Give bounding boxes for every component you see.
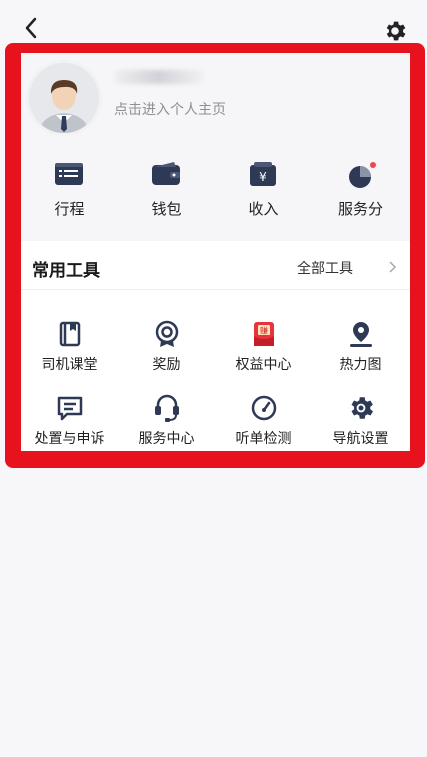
tools-header: 常用工具 全部工具 [21, 244, 410, 290]
tool-reward[interactable]: 奖励 [118, 319, 215, 383]
quick-label: 钱包 [151, 200, 182, 218]
quick-label: 收入 [248, 200, 279, 218]
tool-service-center[interactable]: 服务中心 [118, 393, 215, 451]
location-pin-icon [350, 322, 372, 347]
gauge-icon [251, 395, 277, 421]
back-button[interactable] [20, 16, 44, 40]
profile-card[interactable]: 点击进入个人主页 [21, 53, 410, 153]
chevron-left-icon [25, 17, 37, 39]
settings-button[interactable] [382, 18, 408, 44]
user-avatar-icon [29, 63, 99, 133]
book-icon [59, 321, 81, 347]
tool-label: 服务中心 [138, 431, 195, 447]
quick-wallet[interactable]: 钱包 [118, 153, 215, 241]
wallet-icon [152, 162, 180, 185]
tool-benefits-center[interactable]: 赚 权益中心 [215, 319, 312, 383]
avatar[interactable] [29, 63, 99, 133]
tool-label: 处置与申诉 [34, 431, 105, 447]
headset-icon [155, 394, 179, 422]
tools-title: 常用工具 [32, 261, 100, 281]
gear-icon [386, 21, 406, 41]
settings-icon [351, 397, 373, 419]
pie-chart-icon [349, 162, 376, 188]
svg-text:赚: 赚 [260, 326, 268, 336]
profile-subtitle: 点击进入个人主页 [114, 102, 226, 118]
notification-badge [370, 162, 376, 168]
quick-trips[interactable]: 行程 [21, 153, 118, 241]
quick-label: 服务分 [337, 200, 383, 218]
quick-label: 行程 [54, 200, 85, 218]
quick-service-score[interactable]: 服务分 [312, 153, 409, 241]
tool-label: 奖励 [152, 357, 181, 373]
list-icon [55, 163, 83, 185]
tool-label: 导航设置 [332, 431, 389, 447]
message-icon [57, 396, 83, 421]
top-bar [0, 0, 427, 44]
menu-panel: 点击进入个人主页 行程 钱包 ¥ 收入 服务分 常用工具 全部工具 司机课堂 奖… [21, 53, 410, 451]
quick-actions: 行程 钱包 ¥ 收入 服务分 [21, 153, 410, 241]
svg-text:¥: ¥ [259, 170, 267, 184]
tool-label: 听单检测 [235, 431, 292, 447]
tool-heat-map[interactable]: 热力图 [312, 319, 409, 383]
tool-order-check[interactable]: 听单检测 [215, 393, 312, 451]
red-envelope-icon: 赚 [254, 322, 274, 346]
tool-driver-class[interactable]: 司机课堂 [21, 319, 118, 383]
all-tools-link[interactable]: 全部工具 [297, 258, 353, 278]
reward-icon [155, 320, 179, 347]
tool-label: 司机课堂 [41, 357, 98, 373]
chevron-right-icon[interactable] [387, 261, 397, 273]
divider [21, 289, 410, 290]
tool-label: 权益中心 [235, 357, 292, 373]
tool-navigation-settings[interactable]: 导航设置 [312, 393, 409, 451]
tool-dispute[interactable]: 处置与申诉 [21, 393, 118, 451]
tool-label: 热力图 [339, 357, 382, 373]
income-icon: ¥ [250, 162, 276, 186]
highlight-frame: 点击进入个人主页 行程 钱包 ¥ 收入 服务分 常用工具 全部工具 司机课堂 奖… [5, 43, 425, 468]
quick-income[interactable]: ¥ 收入 [215, 153, 312, 241]
user-name-redacted [114, 70, 204, 84]
